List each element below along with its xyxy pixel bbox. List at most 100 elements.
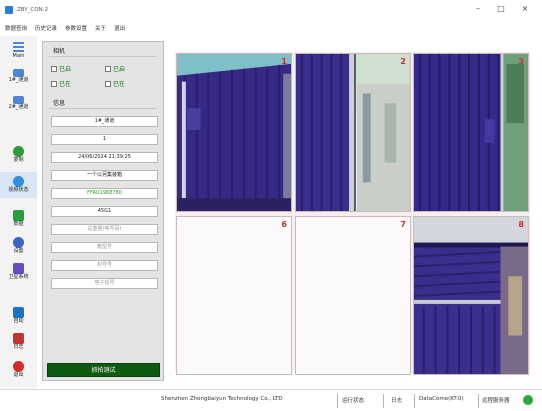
nav-item-log[interactable]: 日志 — [0, 333, 37, 351]
divider — [383, 394, 384, 408]
settings-icon — [13, 237, 24, 248]
checkbox-icon — [51, 80, 57, 87]
menu-bar: 数据查询 历史记录 参数设置 关于 退出 — [0, 22, 128, 33]
connection-status-icon — [523, 395, 533, 405]
camera-image — [177, 54, 291, 211]
nav-item-satellite[interactable]: 卫星系统 — [0, 263, 37, 281]
nav-label: 日志 — [13, 344, 24, 350]
lane-field: 1 — [51, 134, 158, 145]
data-icon — [13, 210, 24, 221]
nav-label: 数据 — [13, 221, 24, 227]
copy-icon — [13, 146, 24, 157]
camera-number: 3 — [518, 57, 524, 66]
maximize-icon[interactable]: □ — [496, 4, 506, 14]
menu-item-settings[interactable]: 参数设置 — [65, 24, 87, 32]
camera-group-title: 相机 — [53, 48, 66, 55]
menu-item-history[interactable]: 历史记录 — [35, 24, 57, 32]
camera-checkbox-1[interactable]: 已启 — [51, 64, 71, 73]
divider — [49, 108, 157, 109]
window-title: ZBY_CON-2 — [17, 6, 49, 13]
weight-field: 总重量(吨号码) — [51, 224, 158, 235]
camera-view-7[interactable]: 7 — [295, 216, 411, 375]
camera-image — [414, 217, 528, 374]
seal-number-field: 封号号 — [51, 260, 158, 271]
divider — [414, 394, 415, 408]
container-number-field: FFAU1968780 — [51, 188, 158, 199]
camera-checkbox-2[interactable]: 已启 — [105, 64, 125, 73]
status-bar: Shenzhen Zhongbaiyun Technology Co., LTD… — [0, 389, 542, 411]
timestamp-field: 24/06/2024 21:39:25 — [51, 152, 158, 163]
checkbox-icon — [105, 80, 111, 87]
divider — [337, 394, 338, 408]
run-state-label: 运行状态 — [342, 398, 365, 404]
checkbox-label: 已启 — [59, 66, 72, 73]
electronic-seal-field: 电子铅号 — [51, 278, 158, 289]
camera-image — [414, 54, 528, 211]
menu-item-data-query[interactable]: 数据查询 — [5, 24, 27, 32]
control-panel: 相机 已启 已启 已在 已在 信息 1#_通道 1 24/06/2024 21:… — [42, 41, 164, 381]
camera-checkbox-4[interactable]: 已在 — [105, 79, 125, 88]
container-type-field: 一个以另集装箱 — [51, 170, 158, 181]
nav-item-channel-1[interactable]: 1#_通道 — [0, 69, 37, 84]
capture-test-button[interactable]: 抓拍测试 — [47, 363, 160, 377]
checkbox-label: 已启 — [113, 66, 126, 73]
divider — [478, 394, 479, 408]
nav-label: 1#_通道 — [8, 77, 29, 83]
camera-icon — [13, 96, 24, 104]
app-icon — [5, 5, 13, 14]
nav-label: Main — [12, 53, 25, 59]
camera-number: 1 — [281, 57, 287, 66]
menu-item-exit[interactable]: 退出 — [114, 24, 125, 32]
camera-number: 2 — [400, 57, 406, 66]
channel-field: 1#_通道 — [51, 116, 158, 127]
nav-item-auto[interactable]: 自动 — [0, 307, 37, 325]
camera-view-6[interactable]: 6 — [176, 216, 292, 375]
log-label: 日志 — [391, 398, 403, 404]
minimize-icon[interactable]: – — [473, 4, 483, 14]
exit-icon — [13, 361, 24, 372]
checkbox-label: 已在 — [113, 81, 126, 88]
nav-label: 复制 — [13, 157, 24, 163]
checkbox-label: 已在 — [59, 81, 72, 88]
satellite-icon — [13, 263, 24, 274]
title-bar: ZBY_CON-2 – □ × — [0, 0, 542, 19]
camera-number: 8 — [518, 220, 524, 229]
left-nav: Main 1#_通道 2#_通道 复制 视频状态 数据 设置 卫星系统 自动 日… — [0, 36, 37, 389]
remote-server-status: 远程服务器 — [482, 398, 510, 404]
datacome-status: DataCome(KT:0) — [419, 396, 464, 402]
nav-item-channel-2[interactable]: 2#_通道 — [0, 96, 37, 111]
close-icon[interactable]: × — [520, 4, 530, 14]
camera-view-8[interactable]: 8 — [413, 216, 529, 375]
camera-image — [296, 54, 410, 211]
nav-label: 视频状态 — [8, 187, 29, 193]
nav-item-exit[interactable]: 退出 — [0, 361, 37, 379]
checkbox-icon — [51, 65, 57, 72]
camera-checkbox-3[interactable]: 已在 — [51, 79, 71, 88]
nav-label: 2#_通道 — [8, 104, 29, 110]
nav-item-main[interactable]: Main — [0, 42, 37, 60]
nav-label: 退出 — [13, 372, 24, 378]
auto-icon — [13, 307, 24, 318]
camera-view-2[interactable]: 2 — [295, 53, 411, 212]
checkbox-icon — [105, 65, 111, 72]
nav-item-video-status[interactable]: 视频状态 — [0, 172, 37, 198]
info-group-title: 信息 — [53, 100, 66, 107]
nav-label: 自动 — [13, 318, 24, 324]
camera-icon — [13, 69, 24, 77]
divider — [49, 56, 157, 57]
camera-number: 7 — [400, 220, 406, 229]
nav-item-settings[interactable]: 设置 — [0, 237, 37, 255]
camera-grid: 1 2 3 6 7 8 — [175, 52, 530, 375]
video-status-icon — [13, 176, 24, 187]
box-type-field: 箱型号 — [51, 242, 158, 253]
nav-label: 卫星系统 — [8, 274, 29, 280]
camera-view-3[interactable]: 3 — [413, 53, 529, 212]
nav-label: 设置 — [13, 248, 24, 254]
camera-view-1[interactable]: 1 — [176, 53, 292, 212]
nav-item-data[interactable]: 数据 — [0, 210, 37, 228]
list-icon — [13, 42, 24, 53]
company-name: Shenzhen Zhongbaiyun Technology Co., LTD — [161, 396, 283, 402]
nav-item-copy[interactable]: 复制 — [0, 146, 37, 164]
camera-number: 6 — [281, 220, 287, 229]
menu-item-about[interactable]: 关于 — [95, 24, 106, 32]
